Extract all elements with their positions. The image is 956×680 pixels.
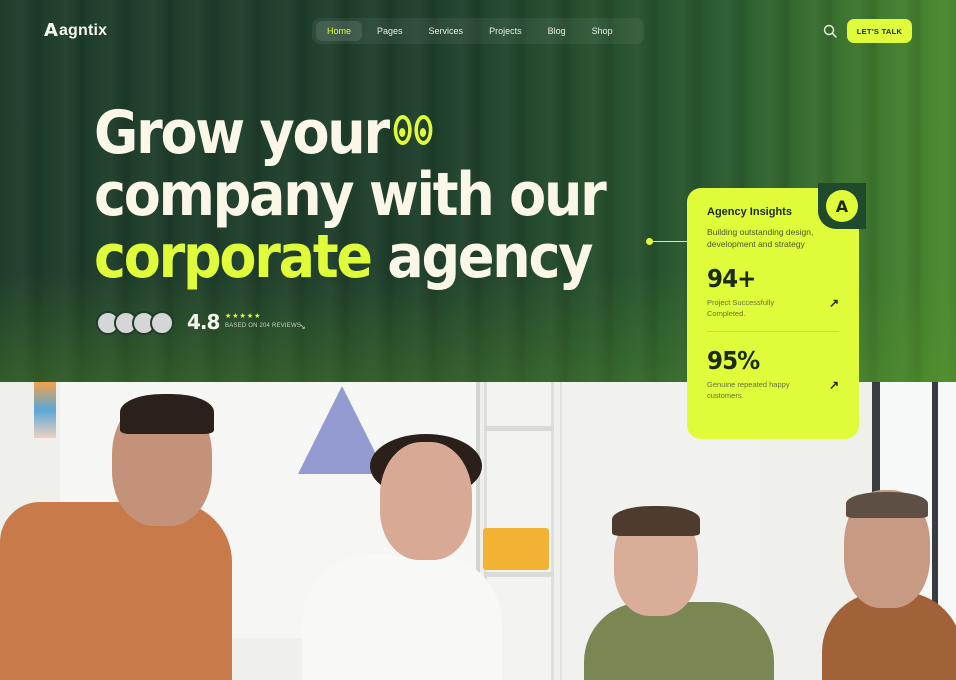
headline-line-3-rest: agency (370, 222, 593, 292)
headline-line-1-text: Grow your (94, 98, 390, 168)
avatar (150, 311, 174, 335)
stat-customers: 95% Genuine repeated happy customers. ↗ (707, 346, 839, 401)
hero-headline: Grow your company with our corporate age… (94, 102, 661, 288)
stat-value: 95% (707, 346, 760, 375)
eyes-icon (393, 115, 432, 146)
agency-logo-icon: A (826, 190, 858, 222)
rating-value: 4.8 (187, 310, 220, 334)
stat-value: 94+ (707, 264, 756, 293)
card-divider (707, 331, 839, 332)
arrow-down-right-icon[interactable]: ↘ (299, 322, 306, 331)
connector-line (652, 241, 688, 242)
headline-line-2: company with our (94, 160, 607, 230)
main-nav: Home Pages Services Projects Blog Shop (312, 18, 644, 44)
headline-line-1: Grow your (94, 102, 605, 164)
arrow-up-right-icon[interactable]: ↗ (829, 378, 839, 392)
lets-talk-button[interactable]: LET'S TALK (847, 19, 912, 43)
nav-item-shop[interactable]: Shop (581, 21, 624, 41)
reviewer-avatars (96, 311, 174, 335)
headline-line-3: corporate agency (94, 226, 605, 288)
nav-item-home[interactable]: Home (316, 21, 363, 41)
headline-accent-word: corporate (94, 222, 373, 292)
nav-item-services[interactable]: Services (418, 21, 475, 41)
arrow-up-right-icon[interactable]: ↗ (829, 296, 839, 310)
reviews-link[interactable]: BASED ON 204 REVIEWS (225, 323, 301, 329)
search-icon[interactable] (823, 24, 837, 38)
brand-name: agntix (58, 21, 108, 39)
logo-mark-icon: A (44, 20, 58, 41)
nav-item-pages[interactable]: Pages (366, 21, 414, 41)
rating-stars: ★★★★★ (225, 313, 262, 320)
nav-item-blog[interactable]: Blog (537, 21, 577, 41)
card-description: Building outstanding design, development… (707, 227, 814, 249)
nav-item-projects[interactable]: Projects (478, 21, 533, 41)
brand-logo[interactable]: A agntix (44, 20, 107, 41)
stat-label: Project Successfully Completed. (707, 298, 775, 318)
stat-projects: 94+ Project Successfully Completed. ↗ (707, 264, 839, 319)
stat-label: Genuine repeated happy customers. (707, 380, 790, 400)
